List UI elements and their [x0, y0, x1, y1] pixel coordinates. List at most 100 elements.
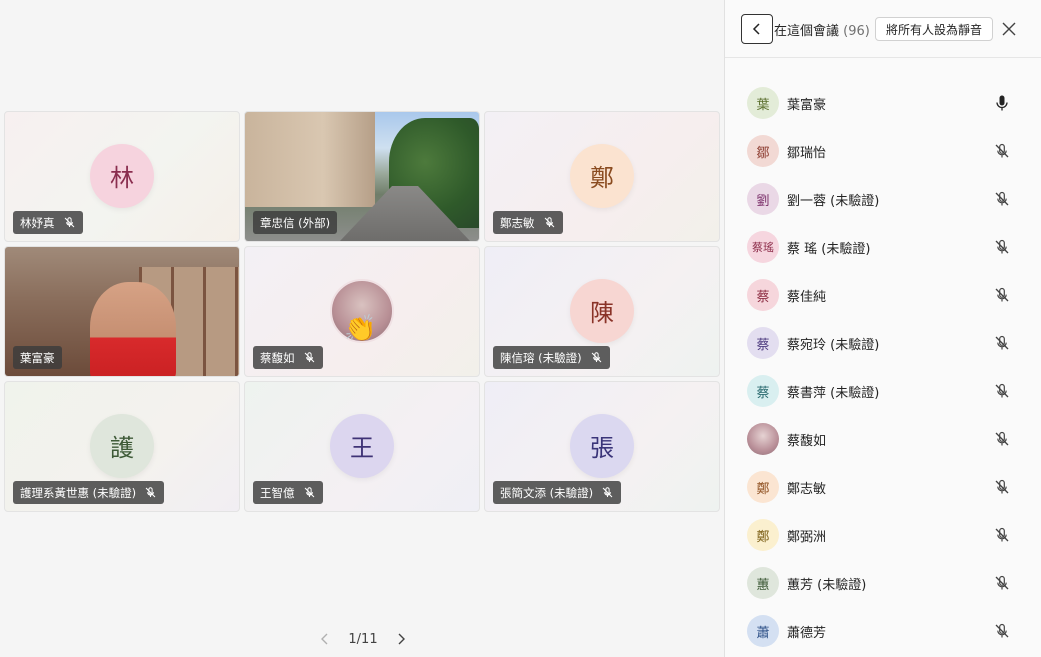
mic-off-icon — [304, 487, 314, 498]
mic-off-icon — [994, 191, 1010, 207]
mic-off-icon — [994, 335, 1010, 351]
clap-reaction-icon: 👏 — [344, 313, 377, 344]
chevron-left-icon[interactable] — [318, 632, 332, 646]
video-tile[interactable]: 林 林妤真 — [4, 111, 240, 242]
participant-row[interactable]: 葉 葉富豪 — [725, 79, 1041, 127]
mic-off-icon — [602, 487, 613, 498]
name-tag: 張簡文添 (未驗證) — [493, 481, 622, 504]
participant-row[interactable]: 蔡馥如 — [725, 415, 1041, 463]
mic-off-icon — [994, 287, 1010, 303]
video-tile[interactable]: 陳 陳信瑢 (未驗證) — [484, 246, 720, 377]
participant-row[interactable]: 蔡 蔡書萍 (未驗證) — [725, 367, 1041, 415]
mic-off-icon — [994, 383, 1010, 399]
name-tag: 葉富豪 — [13, 346, 62, 369]
participant-name: 蔡 瑤 (未驗證) — [787, 241, 871, 257]
mic-off-icon — [304, 352, 314, 363]
avatar: 蕙 — [747, 567, 779, 599]
video-grid: 林 林妤真 章忠信 (外部) 鄭 鄭志敏 葉富豪 👏 蔡馥如 陳 陳信瑢 (未驗… — [4, 111, 720, 512]
mic-off-icon — [64, 217, 74, 228]
participant-name: 蕙芳 (未驗證) — [787, 577, 867, 593]
mic-off-icon — [145, 487, 156, 498]
name-tag: 王智億 — [253, 481, 323, 504]
mic-off-icon — [994, 527, 1010, 543]
panel-header: 在這個會議 (96) 將所有人設為靜音 — [725, 0, 1041, 58]
participant-name: 蔡馥如 — [260, 350, 295, 365]
avatar: 鄒 — [747, 135, 779, 167]
participant-row[interactable]: 蔡 蔡宛玲 (未驗證) — [725, 319, 1041, 367]
avatar: 葉 — [747, 87, 779, 119]
chevron-left-icon — [752, 23, 760, 35]
participant-name: 鄭志敏 — [787, 481, 827, 497]
participant-row[interactable]: 蕭 蕭德芳 — [725, 607, 1041, 655]
participant-name: 陳信瑢 (未驗證) — [500, 350, 582, 365]
avatar: 王 — [330, 413, 394, 478]
participants-panel: 在這個會議 (96) 將所有人設為靜音 葉 葉富豪 鄒 鄒瑞怡 劉 劉一蓉 (未… — [724, 0, 1041, 657]
avatar: 林 — [90, 143, 154, 208]
name-tag: 章忠信 (外部) — [253, 211, 338, 234]
participant-row[interactable]: 鄭 鄭弼洲 — [725, 511, 1041, 559]
mic-off-icon — [591, 352, 601, 363]
panel-title-text: 在這個會議 — [774, 24, 840, 39]
close-icon[interactable] — [1000, 20, 1018, 38]
avatar: 蕭 — [747, 615, 779, 647]
video-tile[interactable]: 葉富豪 — [4, 246, 240, 377]
page-indicator: 1/11 — [348, 631, 378, 647]
name-tag: 鄭志敏 — [493, 211, 563, 234]
participant-name: 鄭弼洲 — [787, 529, 827, 545]
mic-off-icon — [994, 239, 1010, 255]
name-tag: 陳信瑢 (未驗證) — [493, 346, 610, 369]
video-tile[interactable]: 鄭 鄭志敏 — [484, 111, 720, 242]
avatar — [747, 423, 779, 455]
avatar: 蔡 — [747, 327, 779, 359]
avatar: 蔡 — [747, 375, 779, 407]
participant-count: (96) — [843, 24, 870, 39]
participant-row[interactable]: 蕙 蕙芳 (未驗證) — [725, 559, 1041, 607]
panel-title: 在這個會議 (96) — [774, 20, 870, 39]
mic-on-icon — [994, 95, 1010, 111]
mic-off-icon — [994, 575, 1010, 591]
participant-name: 林妤真 — [20, 215, 55, 230]
participant-row[interactable]: 鄭 鄭志敏 — [725, 463, 1041, 511]
participant-list: 葉 葉富豪 鄒 鄒瑞怡 劉 劉一蓉 (未驗證) 蔡瑤 蔡 瑤 (未驗證) 蔡 蔡… — [725, 79, 1041, 655]
participant-name: 王智億 — [260, 485, 295, 500]
name-tag: 蔡馥如 — [253, 346, 323, 369]
participant-row[interactable]: 劉 劉一蓉 (未驗證) — [725, 175, 1041, 223]
participant-row[interactable]: 蔡瑤 蔡 瑤 (未驗證) — [725, 223, 1041, 271]
mic-off-icon — [994, 623, 1010, 639]
avatar: 鄭 — [747, 519, 779, 551]
back-button[interactable] — [741, 14, 773, 44]
participant-name: 葉富豪 — [20, 350, 55, 365]
avatar: 護 — [90, 413, 154, 478]
name-tag: 林妤真 — [13, 211, 83, 234]
mic-off-icon — [994, 431, 1010, 447]
mic-off-icon — [994, 143, 1010, 159]
participant-name: 劉一蓉 (未驗證) — [787, 193, 880, 209]
gallery-pager: 1/11 — [318, 628, 408, 650]
participant-name: 蔡書萍 (未驗證) — [787, 385, 880, 401]
participant-row[interactable]: 蔡 蔡佳純 — [725, 271, 1041, 319]
participant-name: 蔡宛玲 (未驗證) — [787, 337, 880, 353]
participant-row[interactable]: 鄒 鄒瑞怡 — [725, 127, 1041, 175]
participant-name: 蕭德芳 — [787, 625, 827, 641]
video-tile[interactable]: 張 張簡文添 (未驗證) — [484, 381, 720, 512]
participant-name: 章忠信 (外部) — [260, 215, 331, 230]
name-tag: 護理系黃世惠 (未驗證) — [13, 481, 165, 504]
avatar: 蔡 — [747, 279, 779, 311]
avatar: 鄭 — [747, 471, 779, 503]
avatar: 鄭 — [570, 143, 634, 208]
video-tile[interactable]: 護 護理系黃世惠 (未驗證) — [4, 381, 240, 512]
avatar: 張 — [570, 413, 634, 478]
avatar: 蔡瑤 — [747, 231, 779, 263]
participant-name: 葉富豪 — [787, 97, 827, 113]
video-tile[interactable]: 👏 蔡馥如 — [244, 246, 480, 377]
video-stage: 林 林妤真 章忠信 (外部) 鄭 鄭志敏 葉富豪 👏 蔡馥如 陳 陳信瑢 (未驗… — [0, 0, 724, 657]
video-tile[interactable]: 章忠信 (外部) — [244, 111, 480, 242]
mic-off-icon — [544, 217, 554, 228]
participant-name: 張簡文添 (未驗證) — [500, 485, 594, 500]
video-tile[interactable]: 王 王智億 — [244, 381, 480, 512]
participant-name: 護理系黃世惠 (未驗證) — [20, 485, 137, 500]
chevron-right-icon[interactable] — [394, 632, 408, 646]
avatar: 劉 — [747, 183, 779, 215]
participant-name: 蔡佳純 — [787, 289, 827, 305]
mute-all-button[interactable]: 將所有人設為靜音 — [875, 17, 994, 41]
